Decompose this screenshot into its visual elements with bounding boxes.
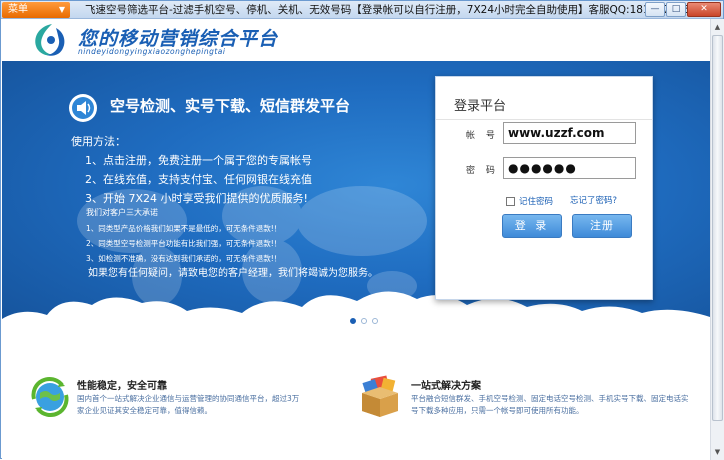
promise-list: 1、同类型产品价格我们如果不是最低的，可无条件退款!！ 2、同类型空号检测平台功… [86,221,281,266]
globe-refresh-icon [31,377,69,417]
features-section: 性能稳定，安全可靠 国内首个一站式解决企业通信与运营管理的协同通信平台，超过3万… [2,337,710,460]
title-bar: 菜单 ▼ 飞速空号筛选平台-过滤手机空号、停机、关机、无效号码【登录帐可以自行注… [1,1,723,19]
password-label: 密 码 [466,166,499,176]
feature-description: 国内首个一站式解决企业通信与运营管理的协同通信平台，超过3万家企业见证其安全稳定… [77,394,300,415]
remember-label: 记住密码 [519,197,554,207]
menu-button[interactable]: 菜单 ▼ [2,2,70,18]
remember-checkbox[interactable] [506,196,515,206]
account-label: 帐 号 [466,131,499,141]
menu-dropdown-icon: ▼ [58,5,65,14]
page-header: 您的移动营销综合平台 nindeyidongyingxiaozongheping… [2,19,710,61]
logo-subtitle: nindeyidongyingxiaozonghepingtai [78,47,226,56]
feature-title: 性能稳定，安全可靠 [77,381,167,392]
scroll-up-icon[interactable]: ▲ [711,20,724,34]
maximize-button[interactable]: □ [666,2,686,17]
hero-title: 空号检测、实号下载、短信群发平台 [110,97,351,115]
scroll-down-icon[interactable]: ▼ [711,445,724,459]
login-title: 登录平台 [454,99,507,114]
usage-steps: 1、点击注册，免费注册一个属于您的专属帐号 2、在线充值，支持支付宝、任何网银在… [85,151,312,208]
window-controls: — □ ✕ [645,2,721,17]
feature-title: 一站式解决方案 [411,381,481,392]
window-title: 飞速空号筛选平台-过滤手机空号、停机、关机、无效号码【登录帐可以自行注册，7X2… [85,4,690,16]
close-button[interactable]: ✕ [687,2,721,17]
software-box-icon [362,375,398,417]
carousel-dot[interactable] [372,318,378,324]
password-input[interactable] [503,157,636,179]
login-button[interactable]: 登 录 [502,214,562,238]
register-button[interactable]: 注册 [572,214,632,238]
logo-icon [35,24,65,56]
login-panel: 登录平台 帐 号 密 码 记住密码 忘记了密码? 登 录 注册 [435,76,653,300]
divider [436,119,652,120]
app-window: 菜单 ▼ 飞速空号筛选平台-过滤手机空号、停机、关机、无效号码【登录帐可以自行注… [0,0,724,460]
scroll-thumb[interactable] [712,35,723,421]
carousel-dot[interactable] [361,318,367,324]
promise-item: 1、同类型产品价格我们如果不是最低的，可无条件退款!！ [86,224,282,233]
usage-step: 1、点击注册，免费注册一个属于您的专属帐号 [85,154,312,167]
usage-step: 2、在线充值，支持支付宝、任何网银在线充值 [85,173,312,186]
speaker-icon [69,94,97,122]
feature-description: 平台融合短信群发、手机空号检测、固定电话空号检测、手机实号下载、固定电话实号下载… [411,394,689,415]
carousel-dots [350,318,378,324]
carousel-dot[interactable] [350,318,356,324]
menu-label: 菜单 [8,4,28,15]
minimize-button[interactable]: — [645,2,665,17]
usage-title: 使用方法： [71,135,126,148]
account-input[interactable] [503,122,636,144]
remember-password[interactable]: 记住密码 [506,195,553,207]
forgot-password-link[interactable]: 忘记了密码? [570,194,617,206]
usage-step: 3、开始 7X24 小时享受我们提供的优质服务! [85,192,308,205]
promise-title: 我们对客户三大承诺 [86,208,158,217]
promise-item: 2、同类型空号检测平台功能有比我们强，可无条件退款!！ [86,239,282,248]
vertical-scrollbar[interactable]: ▲ ▼ [710,19,724,460]
